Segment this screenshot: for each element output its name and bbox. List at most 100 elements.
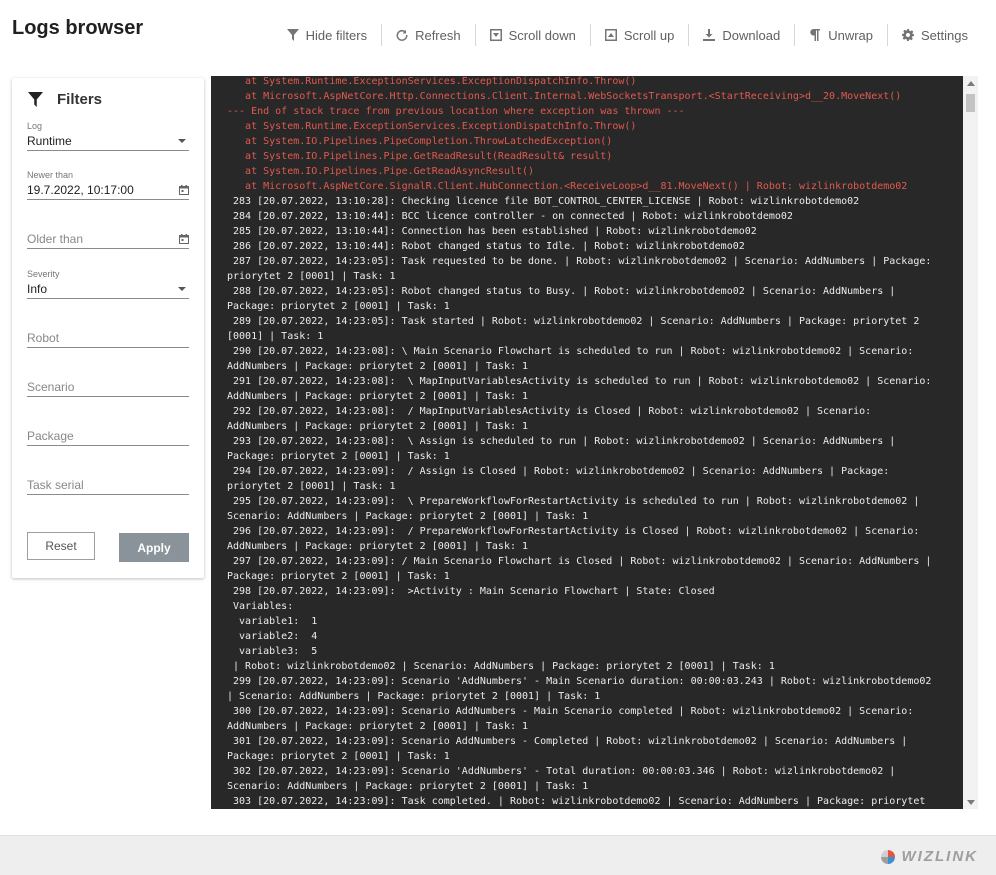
package-field[interactable]: Package — [27, 416, 189, 446]
log-line: 296 [20.07.2022, 14:23:09]: / PrepareWor… — [227, 526, 920, 537]
package-placeholder: Package — [27, 429, 74, 443]
log-line-error: at System.IO.Pipelines.Pipe.GetReadAsync… — [227, 166, 535, 177]
log-line-error: --- End of stack trace from previous loc… — [227, 106, 685, 117]
log-line: 291 [20.07.2022, 14:23:08]: \ MapInputVa… — [227, 376, 932, 387]
scroll-down-icon — [489, 29, 502, 41]
log-line: 302 [20.07.2022, 14:23:09]: Scenario 'Ad… — [227, 766, 896, 777]
log-line: variable3: 5 — [227, 646, 318, 657]
log-line: 285 [20.07.2022, 13:10:44]: Connection h… — [227, 226, 757, 237]
download-icon — [703, 29, 716, 41]
scroll-up-label: Scroll up — [623, 27, 675, 43]
log-line: Package: priorytet 2 [0001] | Task: 1 — [227, 301, 450, 312]
log-value: Runtime — [27, 134, 72, 148]
log-line: Package: priorytet 2 [0001] | Task: 1 — [227, 571, 450, 582]
apply-button[interactable]: Apply — [119, 533, 189, 562]
log-line: 292 [20.07.2022, 14:23:08]: / MapInputVa… — [227, 406, 872, 417]
log-line: Package: priorytet 2 [0001] | Task: 1 — [227, 751, 450, 762]
log-console[interactable]: at System.Runtime.ExceptionServices.Exce… — [211, 76, 978, 809]
log-line: AddNumbers | Package: priorytet 2 [0001]… — [227, 721, 529, 732]
unwrap-button[interactable]: Unwrap — [795, 23, 887, 47]
download-label: Download — [722, 27, 781, 43]
robot-field[interactable]: Robot — [27, 318, 189, 348]
log-line: [0001] | Task: 1 — [227, 331, 324, 342]
robot-placeholder: Robot — [27, 331, 60, 345]
newer-than-label: Newer than — [27, 170, 74, 180]
hide-filters-label: Hide filters — [305, 27, 368, 43]
log-line-error: at Microsoft.AspNetCore.Http.Connections… — [227, 91, 902, 102]
log-line: 290 [20.07.2022, 14:23:08]: \ Main Scena… — [227, 346, 914, 357]
log-line: 301 [20.07.2022, 14:23:09]: Scenario Add… — [227, 736, 908, 747]
severity-value: Info — [27, 282, 48, 296]
severity-select[interactable]: Severity Info — [27, 269, 189, 299]
filter-icon — [286, 29, 299, 41]
hide-filters-button[interactable]: Hide filters — [273, 23, 381, 47]
log-line: 284 [20.07.2022, 13:10:44]: BCC licence … — [227, 211, 793, 222]
log-line: | Robot: wizlinkrobotdemo02 | Scenario: … — [227, 661, 775, 672]
calendar-icon[interactable] — [179, 234, 189, 244]
brand-logo: WIZLINK — [880, 848, 978, 865]
reset-button[interactable]: Reset — [27, 532, 95, 560]
log-line: variable1: 1 — [227, 616, 318, 627]
scroll-down-arrow-icon[interactable] — [967, 800, 975, 805]
log-line: 289 [20.07.2022, 14:23:05]: Task started… — [227, 316, 920, 327]
log-line: 287 [20.07.2022, 14:23:05]: Task request… — [227, 256, 932, 267]
filters-header: Filters — [28, 91, 102, 108]
gear-icon — [902, 29, 915, 41]
settings-button[interactable]: Settings — [888, 23, 980, 47]
log-line: Package: priorytet 2 [0001] | Task: 1 — [227, 451, 450, 462]
severity-label: Severity — [27, 269, 60, 279]
scenario-placeholder: Scenario — [27, 380, 75, 394]
chevron-down-icon — [178, 287, 186, 291]
log-line-error: at Microsoft.AspNetCore.SignalR.Client.H… — [227, 181, 908, 192]
log-line-error: at System.IO.Pipelines.Pipe.GetReadResul… — [227, 151, 613, 162]
newer-than-value: 19.7.2022, 10:17:00 — [27, 183, 134, 197]
log-line: 300 [20.07.2022, 14:23:09]: Scenario Add… — [227, 706, 914, 717]
scroll-up-arrow-icon[interactable] — [967, 81, 975, 86]
log-line: AddNumbers | Package: priorytet 2 [0001]… — [227, 361, 529, 372]
filters-panel: Filters Log Runtime Newer than 19.7.2022… — [12, 78, 204, 578]
brand-name: WIZLINK — [901, 848, 978, 865]
log-line: 299 [20.07.2022, 14:23:09]: Scenario 'Ad… — [227, 676, 932, 687]
pilcrow-icon — [810, 29, 821, 41]
scroll-down-button[interactable]: Scroll down — [476, 23, 590, 47]
log-line: AddNumbers | Package: priorytet 2 [0001]… — [227, 541, 529, 552]
log-line: 298 [20.07.2022, 14:23:09]: >Activity : … — [227, 586, 715, 597]
scrollbar-thumb[interactable] — [966, 94, 975, 112]
log-select[interactable]: Log Runtime — [27, 121, 189, 151]
scenario-field[interactable]: Scenario — [27, 367, 189, 397]
log-line: 286 [20.07.2022, 13:10:44]: Robot change… — [227, 241, 745, 252]
settings-label: Settings — [921, 27, 968, 43]
scroll-up-button[interactable]: Scroll up — [591, 23, 689, 47]
refresh-label: Refresh — [415, 27, 461, 43]
scroll-down-label: Scroll down — [508, 27, 576, 43]
log-line: 293 [20.07.2022, 14:23:08]: \ Assign is … — [227, 436, 896, 447]
log-line: Scenario: AddNumbers | Package: prioryte… — [227, 511, 589, 522]
log-line: 297 [20.07.2022, 14:23:09]: / Main Scena… — [227, 556, 932, 567]
footer: WIZLINK — [0, 835, 996, 875]
refresh-button[interactable]: Refresh — [382, 23, 475, 47]
log-line: priorytet 2 [0001] | Task: 1 — [227, 271, 396, 282]
scroll-up-icon — [604, 29, 617, 41]
log-line: | Scenario: AddNumbers | Package: priory… — [227, 691, 601, 702]
log-line: 295 [20.07.2022, 14:23:09]: \ PrepareWor… — [227, 496, 920, 507]
chevron-down-icon — [178, 139, 186, 143]
log-line: AddNumbers | Package: priorytet 2 [0001]… — [227, 391, 529, 402]
log-label: Log — [27, 121, 43, 131]
log-line: 303 [20.07.2022, 14:23:09]: Task complet… — [227, 796, 926, 807]
log-line-error: at System.Runtime.ExceptionServices.Exce… — [227, 76, 637, 87]
refresh-icon — [396, 29, 408, 41]
log-scrollbar[interactable] — [963, 76, 978, 809]
filter-icon — [28, 92, 43, 107]
older-than-field[interactable]: Older than — [27, 219, 189, 249]
log-line: 294 [20.07.2022, 14:23:09]: / Assign is … — [227, 466, 890, 477]
filters-title: Filters — [57, 91, 103, 108]
log-line-error: at System.Runtime.ExceptionServices.Exce… — [227, 121, 637, 132]
task-serial-field[interactable]: Task serial — [27, 465, 189, 495]
task-serial-placeholder: Task serial — [27, 478, 84, 492]
log-line: Variables: — [227, 601, 294, 612]
calendar-icon[interactable] — [179, 185, 189, 195]
newer-than-field[interactable]: Newer than 19.7.2022, 10:17:00 — [27, 170, 189, 200]
log-line: priorytet 2 [0001] | Task: 1 — [227, 481, 396, 492]
page-title: Logs browser — [12, 17, 144, 39]
download-button[interactable]: Download — [689, 23, 794, 47]
